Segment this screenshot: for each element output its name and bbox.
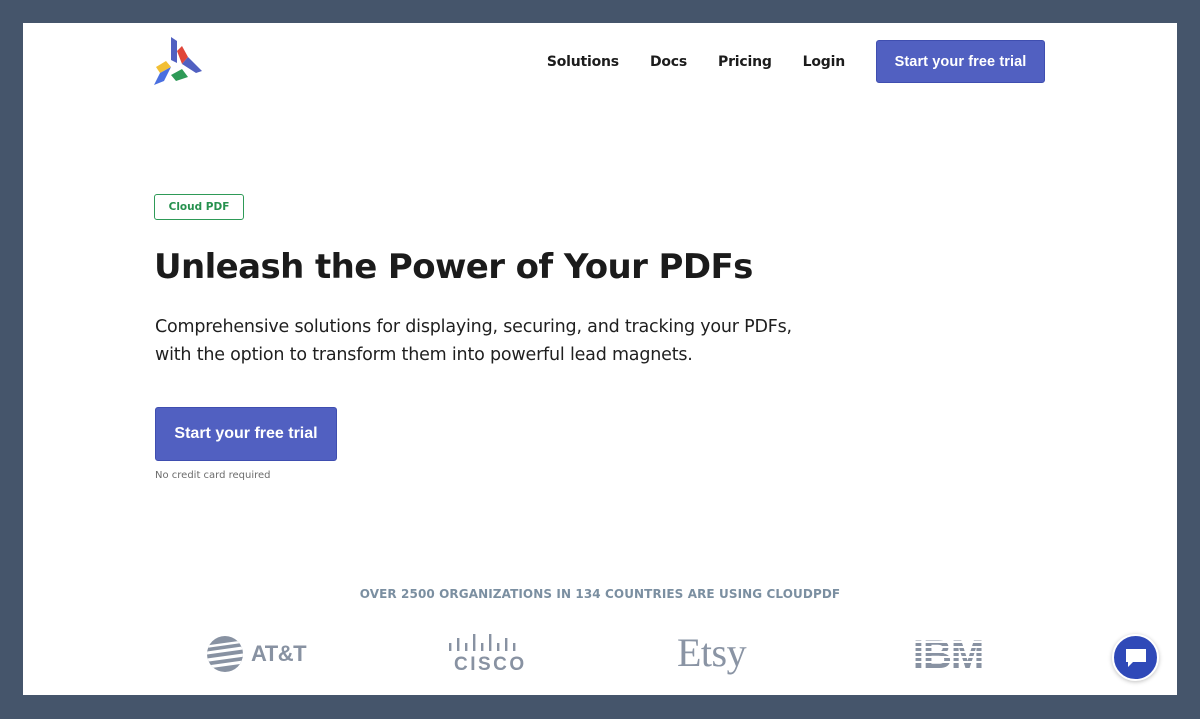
cloudpdf-logo-icon[interactable]: [154, 37, 202, 87]
hero-title: Unleash the Power of Your PDFs: [154, 247, 753, 287]
chat-launcher-button[interactable]: [1112, 634, 1159, 681]
top-nav: Solutions Docs Pricing Login Start your …: [547, 40, 1045, 83]
nav-link-docs[interactable]: Docs: [650, 54, 687, 70]
no-credit-card-note: No credit card required: [155, 470, 271, 481]
hero-subtitle-line-1: Comprehensive solutions for displaying, …: [155, 317, 792, 337]
hero-start-trial-button[interactable]: Start your free trial: [155, 407, 337, 461]
nav-link-pricing[interactable]: Pricing: [718, 54, 772, 70]
product-badge: Cloud PDF: [154, 194, 244, 220]
etsy-wordmark: Etsy: [677, 630, 747, 675]
cisco-wordmark: CISCO: [454, 654, 527, 675]
att-globe-icon: [207, 636, 243, 672]
cisco-bars-icon: [449, 634, 516, 651]
cisco-logo: CISCO: [447, 634, 524, 675]
chat-bubble-icon: [1125, 648, 1146, 667]
nav-link-solutions[interactable]: Solutions: [547, 54, 619, 70]
svg-text:IBM: IBM: [913, 635, 983, 673]
att-wordmark: AT&T: [251, 641, 307, 666]
att-logo: AT&T: [206, 634, 307, 674]
landing-page: Solutions Docs Pricing Login Start your …: [23, 23, 1177, 695]
customer-logos: AT&T CISCO Etsy IBM: [23, 628, 1177, 678]
hero-subtitle: Comprehensive solutions for displaying, …: [155, 313, 895, 369]
hero-subtitle-line-2: with the option to transform them into p…: [155, 345, 693, 365]
ibm-striped-logo: IBM: [902, 635, 994, 673]
nav-start-trial-button[interactable]: Start your free trial: [876, 40, 1045, 83]
organizations-headline: OVER 2500 ORGANIZATIONS IN 134 COUNTRIES…: [359, 587, 841, 601]
nav-link-login[interactable]: Login: [803, 54, 846, 70]
